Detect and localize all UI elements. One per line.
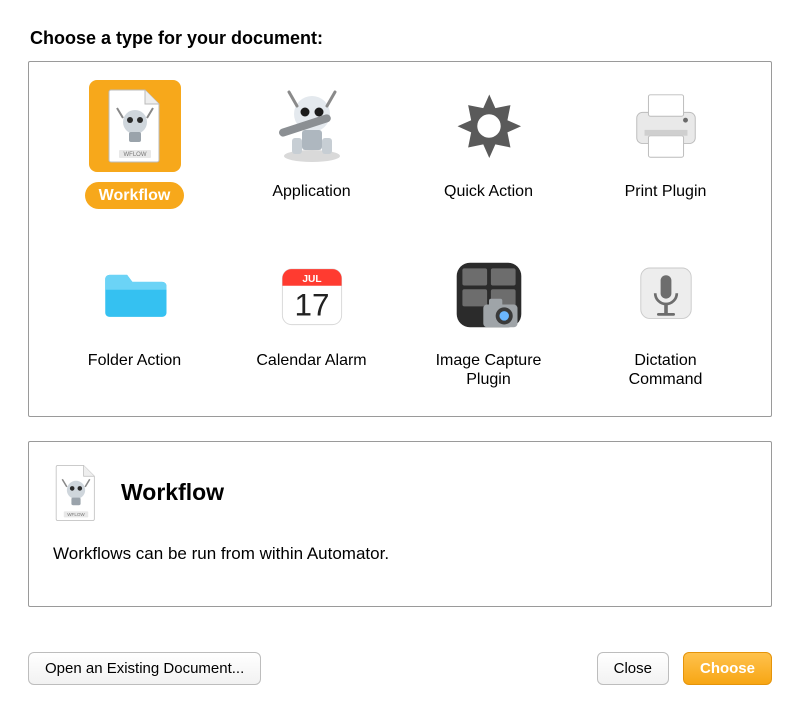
type-option-folder-action[interactable]: Folder Action <box>51 249 218 389</box>
type-option-label: Workflow <box>85 182 185 209</box>
type-option-label: Application <box>272 182 350 201</box>
type-option-quick-action[interactable]: Quick Action <box>405 80 572 209</box>
dictation-icon <box>620 249 712 341</box>
type-option-print-plugin[interactable]: Print Plugin <box>582 80 749 209</box>
new-document-sheet: Choose a type for your document: WFLOW W… <box>0 0 800 707</box>
calendar-alarm-icon: JUL 17 <box>266 249 358 341</box>
detail-title: Workflow <box>121 479 224 506</box>
svg-text:WFLOW: WFLOW <box>123 152 146 158</box>
type-option-application[interactable]: Application <box>228 80 395 209</box>
type-option-label: Calendar Alarm <box>256 351 366 370</box>
detail-description: Workflows can be run from within Automat… <box>53 544 747 564</box>
type-option-label: Folder Action <box>88 351 181 370</box>
folder-action-icon <box>89 249 181 341</box>
type-option-image-capture[interactable]: Image Capture Plugin <box>405 249 572 389</box>
workflow-icon: WFLOW <box>89 80 181 172</box>
application-icon <box>266 80 358 172</box>
open-existing-button[interactable]: Open an Existing Document... <box>28 652 261 685</box>
type-option-label: Print Plugin <box>625 182 707 201</box>
svg-text:WFLOW: WFLOW <box>67 511 85 516</box>
image-capture-icon <box>443 249 535 341</box>
type-option-dictation[interactable]: Dictation Command <box>582 249 749 389</box>
type-option-calendar-alarm[interactable]: JUL 17 Calendar Alarm <box>228 249 395 389</box>
type-grid: WFLOW Workflow Application Quick Action … <box>51 80 749 390</box>
quick-action-icon <box>443 80 535 172</box>
detail-panel: WFLOW Workflow Workflows can be run from… <box>28 441 772 607</box>
choose-button[interactable]: Choose <box>683 652 772 685</box>
print-plugin-icon <box>620 80 712 172</box>
type-option-label: Image Capture Plugin <box>419 351 559 389</box>
workflow-document-icon: WFLOW <box>53 464 99 522</box>
prompt-label: Choose a type for your document: <box>30 28 772 49</box>
button-bar: Open an Existing Document... Close Choos… <box>28 652 772 685</box>
svg-text:JUL: JUL <box>302 274 321 285</box>
type-option-label: Quick Action <box>444 182 533 201</box>
type-grid-panel: WFLOW Workflow Application Quick Action … <box>28 61 772 417</box>
close-button[interactable]: Close <box>597 652 669 685</box>
type-option-workflow[interactable]: WFLOW Workflow <box>51 80 218 209</box>
svg-text:17: 17 <box>294 288 329 323</box>
type-option-label: Dictation Command <box>596 351 736 389</box>
